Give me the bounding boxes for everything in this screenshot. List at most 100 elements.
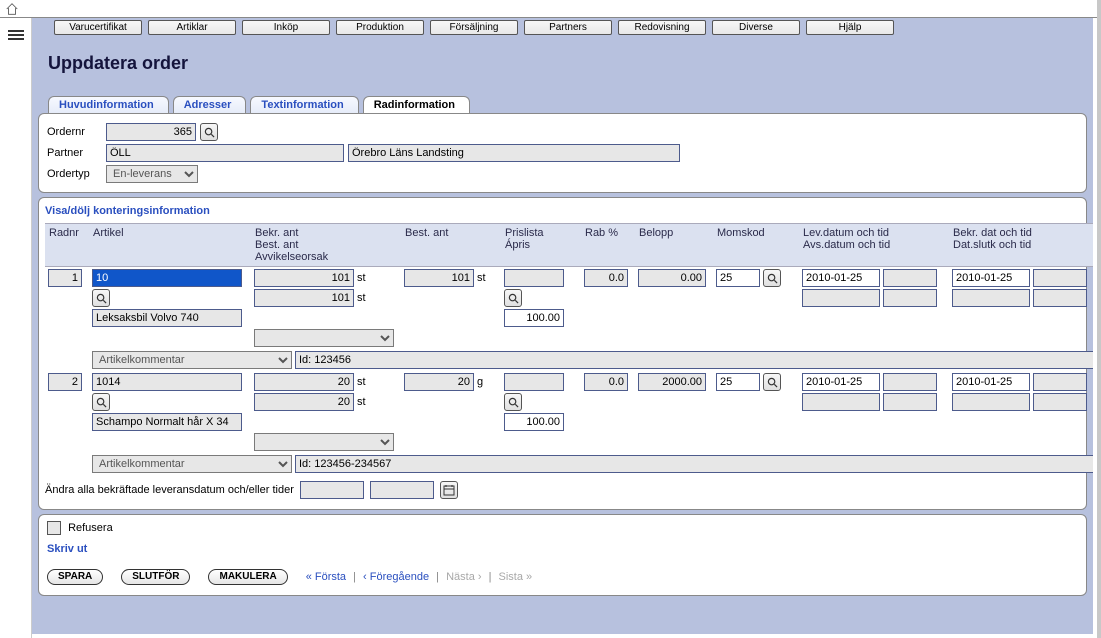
tab-adresser[interactable]: Adresser (173, 96, 247, 113)
avvikelse-select[interactable] (254, 433, 394, 451)
home-icon[interactable] (4, 1, 20, 17)
change-all-label: Ändra alla bekräftade leveransdatum och/… (45, 484, 294, 496)
slutkdatum-input[interactable] (952, 393, 1030, 411)
spara-button[interactable]: SPARA (47, 569, 103, 585)
menu-forsaljning[interactable]: Försäljning (430, 20, 518, 35)
artikel-search-icon[interactable] (92, 289, 110, 307)
artikelkommentar-input[interactable] (295, 455, 1093, 473)
menu-hjalp[interactable]: Hjälp (806, 20, 894, 35)
col-pris: Prislista Ápris (501, 223, 581, 267)
best-ant-local-input[interactable] (254, 393, 354, 411)
menu-inkop[interactable]: Inköp (242, 20, 330, 35)
avstid-input[interactable] (883, 393, 937, 411)
col-rab: Rab % (581, 223, 635, 267)
tab-textinformation[interactable]: Textinformation (250, 96, 358, 113)
pager-prev[interactable]: ‹ Föregående (363, 571, 429, 583)
bekrdatum-input[interactable] (952, 269, 1030, 287)
col-bekr: Bekr. ant Best. ant Avvikelseorsak (251, 223, 401, 267)
artikel-desc-input[interactable] (92, 413, 242, 431)
menu-partners[interactable]: Partners (524, 20, 612, 35)
partner-name-input[interactable] (348, 144, 680, 162)
change-all-time[interactable] (370, 481, 434, 499)
col-bekrdat: Bekr. dat och tid Dat.slutk och tid (949, 223, 1093, 267)
change-all-date[interactable] (300, 481, 364, 499)
artikel-search-icon[interactable] (92, 393, 110, 411)
panel-header: Ordernr Partner Ordertyp En-leverans (38, 113, 1087, 193)
partner-code-input[interactable] (106, 144, 344, 162)
bekrtid-input[interactable] (1033, 373, 1087, 391)
toggle-kontering-link[interactable]: Visa/dölj konteringsinformation (45, 202, 1080, 223)
unit-label: st (357, 292, 366, 304)
apris-input[interactable] (504, 413, 564, 431)
unit-label: g (477, 376, 483, 388)
bekr-ant-input[interactable] (254, 269, 354, 287)
slutktid-input[interactable] (1033, 289, 1087, 307)
artikelkommentar-select[interactable]: Artikelkommentar (92, 455, 292, 473)
tab-bar: Huvudinformation Adresser Textinformatio… (48, 96, 1087, 113)
bekrdatum-input[interactable] (952, 373, 1030, 391)
levtid-input[interactable] (883, 373, 937, 391)
sidebar-menu-icon[interactable] (8, 30, 24, 42)
main-area: Varucertifikat Artiklar Inköp Produktion… (32, 18, 1093, 634)
pager-first[interactable]: « Första (306, 571, 346, 583)
moms-input[interactable] (716, 373, 760, 391)
rab-input[interactable] (584, 373, 628, 391)
pager: « Första | ‹ Föregående | Nästa › | Sist… (306, 571, 532, 583)
moms-input[interactable] (716, 269, 760, 287)
top-bar (0, 0, 1097, 18)
artikel-code-input[interactable] (92, 269, 242, 287)
apris-input[interactable] (504, 309, 564, 327)
radnr-input[interactable] (48, 373, 82, 391)
belopp-input[interactable] (638, 373, 706, 391)
best-ant-input[interactable] (404, 373, 474, 391)
prislista-input[interactable] (504, 269, 564, 287)
ordernr-search-icon[interactable] (200, 123, 218, 141)
radnr-input[interactable] (48, 269, 82, 287)
artikelkommentar-input[interactable] (295, 351, 1093, 369)
comment-row: Artikelkommentar (45, 349, 1093, 371)
prislista-search-icon[interactable] (504, 393, 522, 411)
menu-varucertifikat[interactable]: Varucertifikat (54, 20, 142, 35)
levdatum-input[interactable] (802, 269, 880, 287)
unit-label: st (357, 396, 366, 408)
avsdatum-input[interactable] (802, 289, 880, 307)
best-ant-local-input[interactable] (254, 289, 354, 307)
prislista-search-icon[interactable] (504, 289, 522, 307)
menu-artiklar[interactable]: Artiklar (148, 20, 236, 35)
slutkdatum-input[interactable] (952, 289, 1030, 307)
artikelkommentar-select[interactable]: Artikelkommentar (92, 351, 292, 369)
unit-label: st (477, 272, 486, 284)
avvikelse-select[interactable] (254, 329, 394, 347)
refusera-checkbox[interactable] (47, 521, 61, 535)
menu-produktion[interactable]: Produktion (336, 20, 424, 35)
pager-next[interactable]: Nästa › (446, 571, 481, 583)
belopp-input[interactable] (638, 269, 706, 287)
tab-huvudinformation[interactable]: Huvudinformation (48, 96, 169, 113)
tab-radinformation[interactable]: Radinformation (363, 96, 470, 113)
pager-last[interactable]: Sista » (499, 571, 533, 583)
moms-search-icon[interactable] (763, 269, 781, 287)
avsdatum-input[interactable] (802, 393, 880, 411)
menu-diverse[interactable]: Diverse (712, 20, 800, 35)
makulera-button[interactable]: MAKULERA (208, 569, 287, 585)
avstid-input[interactable] (883, 289, 937, 307)
best-ant-input[interactable] (404, 269, 474, 287)
sidebar (0, 18, 32, 638)
print-link[interactable]: Skriv ut (47, 535, 1078, 563)
bekrtid-input[interactable] (1033, 269, 1087, 287)
levtid-input[interactable] (883, 269, 937, 287)
moms-search-icon[interactable] (763, 373, 781, 391)
artikel-desc-input[interactable] (92, 309, 242, 327)
levdatum-input[interactable] (802, 373, 880, 391)
bekr-ant-input[interactable] (254, 373, 354, 391)
ordernr-input[interactable] (106, 123, 196, 141)
calendar-icon[interactable] (440, 481, 458, 499)
col-belopp: Belopp (635, 223, 713, 267)
slutktid-input[interactable] (1033, 393, 1087, 411)
slutfor-button[interactable]: SLUTFÖR (121, 569, 190, 585)
artikel-code-input[interactable] (92, 373, 242, 391)
rab-input[interactable] (584, 269, 628, 287)
ordertyp-select[interactable]: En-leverans (106, 165, 198, 183)
prislista-input[interactable] (504, 373, 564, 391)
menu-redovisning[interactable]: Redovisning (618, 20, 706, 35)
